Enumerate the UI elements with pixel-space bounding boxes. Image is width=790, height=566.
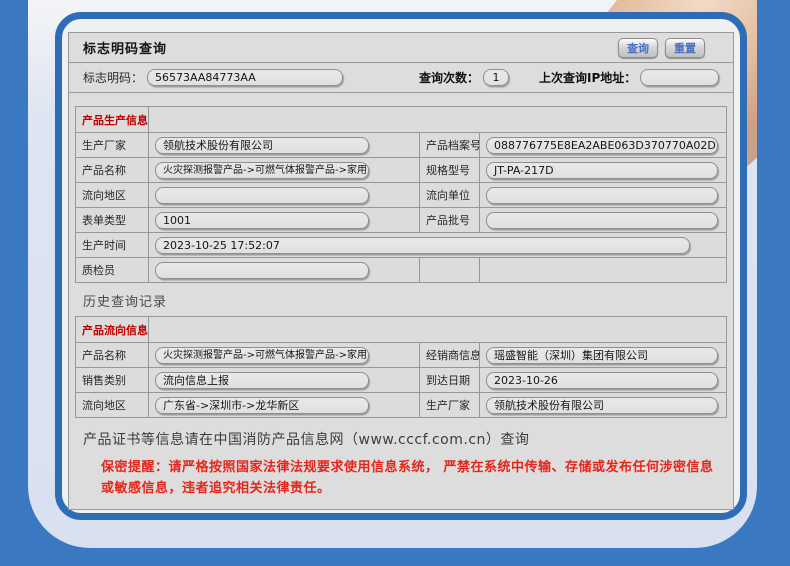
ip-input[interactable]	[640, 69, 719, 86]
dealer-info-input[interactable]: 瑶盛智能（深圳）集团有限公司	[486, 347, 718, 364]
sales-type-input[interactable]: 流向信息上报	[155, 372, 369, 389]
arrival-date-input[interactable]: 2023-10-26	[486, 372, 718, 389]
field-label: 质检员	[82, 262, 115, 278]
flow-unit-input[interactable]	[486, 187, 718, 204]
table-row: 产品名称 火灾探测报警产品->可燃气体报警产品->家用可燃气体探测 规格型号 J…	[76, 157, 726, 182]
flow-product-name-input[interactable]: 火灾探测报警产品->可燃气体报警产品->家用可燃气体探测	[155, 347, 369, 364]
production-section-title: 产品生产信息	[82, 112, 148, 128]
manufacturer-input[interactable]: 领航技术股份有限公司	[155, 137, 369, 154]
field-label: 流向单位	[426, 187, 470, 203]
table-row: 流向地区 流向单位	[76, 182, 726, 207]
flow-info-table: 产品流向信息 产品名称 火灾探测报警产品->可燃气体报警产品->家用可燃气体探测…	[75, 316, 727, 418]
main-panel: 标志明码查询 查询 重置 标志明码： 56573AA84773AA 查询次数： …	[68, 32, 734, 510]
field-label: 产品名称	[82, 162, 126, 178]
section-header-row: 产品流向信息	[76, 317, 726, 342]
field-label: 流向地区	[82, 187, 126, 203]
table-row: 销售类别 流向信息上报 到达日期 2023-10-26	[76, 367, 726, 392]
title-bar: 标志明码查询 查询 重置	[69, 33, 733, 63]
model-input[interactable]: JT-PA-217D	[486, 162, 718, 179]
table-row: 生产时间 2023-10-25 17:52:07	[76, 232, 726, 257]
flow-section-title: 产品流向信息	[82, 322, 148, 338]
flow-region-input[interactable]: 广东省->深圳市->龙华新区	[155, 397, 369, 414]
security-warning: 保密提醒：请严格按照国家法律法规要求使用信息系统， 严禁在系统中传输、存储或发布…	[69, 451, 733, 500]
field-label: 产品批号	[426, 212, 470, 228]
field-label: 表单类型	[82, 212, 126, 228]
field-label: 到达日期	[426, 372, 470, 388]
field-label: 规格型号	[426, 162, 470, 178]
product-name-input[interactable]: 火灾探测报警产品->可燃气体报警产品->家用可燃气体探测	[155, 162, 369, 179]
form-type-input[interactable]: 1001	[155, 212, 369, 229]
table-row: 表单类型 1001 产品批号	[76, 207, 726, 232]
query-button[interactable]: 查询	[618, 38, 658, 58]
batch-no-input[interactable]	[486, 212, 718, 229]
query-card: 标志明码查询 查询 重置 标志明码： 56573AA84773AA 查询次数： …	[55, 12, 747, 520]
inspector-input[interactable]	[155, 262, 369, 279]
code-label: 标志明码：	[83, 69, 143, 86]
field-label: 生产时间	[82, 237, 126, 253]
table-row: 质检员	[76, 257, 726, 282]
certificate-info-note: 产品证书等信息请在中国消防产品信息网（www.cccf.com.cn）查询	[69, 418, 733, 451]
field-label: 产品档案号	[426, 137, 479, 153]
field-label: 生产厂家	[82, 137, 126, 153]
table-row: 生产厂家 领航技术股份有限公司 产品档案号 088776775E8EA2ABE0…	[76, 132, 726, 157]
field-label: 流向地区	[82, 397, 126, 413]
ip-label: 上次查询IP地址：	[539, 69, 636, 86]
count-label: 查询次数：	[419, 69, 479, 86]
table-row: 流向地区 广东省->深圳市->龙华新区 生产厂家 领航技术股份有限公司	[76, 392, 726, 417]
toolbar: 查询 重置	[618, 38, 705, 58]
field-label: 经销商信息	[426, 347, 479, 363]
field-label: 产品名称	[82, 347, 126, 363]
page-title: 标志明码查询	[83, 38, 167, 57]
field-label: 销售类别	[82, 372, 126, 388]
table-row: 产品名称 火灾探测报警产品->可燃气体报警产品->家用可燃气体探测 经销商信息 …	[76, 342, 726, 367]
history-query-label: 历史查询记录	[69, 283, 733, 316]
production-time-input[interactable]: 2023-10-25 17:52:07	[155, 237, 690, 254]
production-info-table: 产品生产信息 生产厂家 领航技术股份有限公司 产品档案号 088776775E8…	[75, 106, 727, 283]
section-header-row: 产品生产信息	[76, 107, 726, 132]
archive-no-input[interactable]: 088776775E8EA2ABE063D370770A02D5	[486, 137, 718, 154]
query-bar: 标志明码： 56573AA84773AA 查询次数： 1 上次查询IP地址：	[69, 63, 733, 93]
flow-area-input[interactable]	[155, 187, 369, 204]
field-label: 生产厂家	[426, 397, 470, 413]
flow-manufacturer-input[interactable]: 领航技术股份有限公司	[486, 397, 718, 414]
count-input[interactable]: 1	[483, 69, 509, 86]
code-input[interactable]: 56573AA84773AA	[147, 69, 343, 86]
reset-button[interactable]: 重置	[665, 38, 705, 58]
